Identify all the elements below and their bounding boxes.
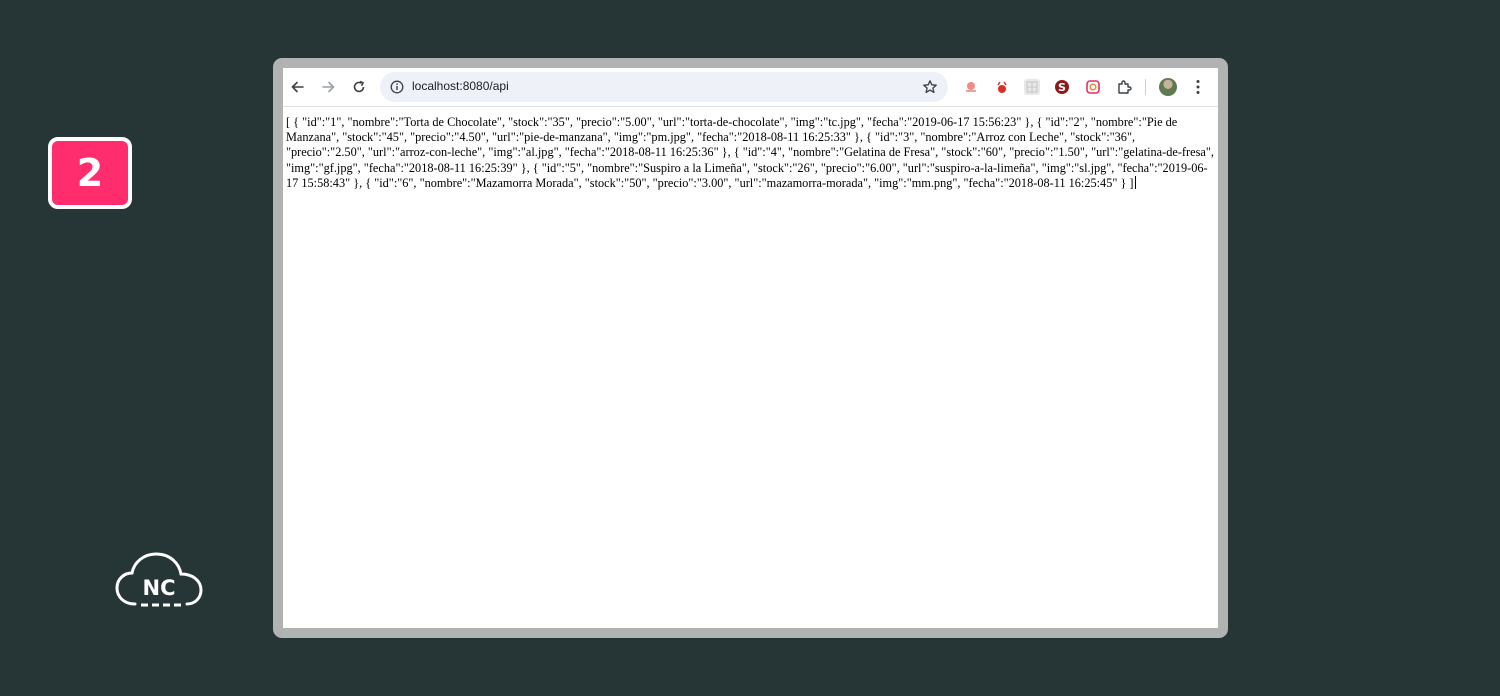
reload-icon	[353, 80, 365, 93]
address-bar[interactable]: localhost:8080/api	[380, 72, 948, 102]
more-vert-icon[interactable]	[1189, 78, 1207, 96]
step-number-badge: 2	[48, 137, 132, 209]
text-cursor	[1134, 175, 1136, 189]
camera-extension-icon[interactable]	[1085, 79, 1101, 95]
nc-cloud-logo: NC	[115, 552, 203, 607]
back-button[interactable]	[286, 75, 310, 99]
browser-window-frame: localhost:8080/api S [{"id":"1", "nomb…	[273, 58, 1228, 638]
svg-text:S: S	[1058, 81, 1066, 94]
devil-extension-icon[interactable]	[994, 79, 1010, 95]
record-extension-icon[interactable]	[963, 79, 979, 95]
page-content: [ { "id":"1", "nombre":"Torta de Chocola…	[283, 107, 1216, 191]
profile-avatar[interactable]	[1159, 78, 1177, 96]
arrow-left-icon	[291, 81, 304, 93]
reload-button[interactable]	[347, 75, 371, 99]
json-response-text: [ { "id":"1", "nombre":"Torta de Chocola…	[286, 115, 1214, 190]
bookmark-star-icon[interactable]	[922, 79, 938, 95]
grid-extension-icon[interactable]	[1024, 79, 1040, 95]
forward-button[interactable]	[316, 75, 340, 99]
svg-text:NC: NC	[143, 576, 176, 600]
arrow-right-icon	[322, 81, 335, 93]
browser-toolbar: localhost:8080/api S	[283, 68, 1218, 107]
puzzle-icon[interactable]	[1116, 79, 1132, 95]
site-info-icon[interactable]	[390, 80, 404, 94]
url-text: localhost:8080/api	[412, 79, 509, 93]
toolbar-separator	[1145, 79, 1146, 95]
s-extension-icon[interactable]: S	[1054, 79, 1070, 95]
browser-window: localhost:8080/api S [{"id":"1", "nomb…	[283, 68, 1218, 628]
